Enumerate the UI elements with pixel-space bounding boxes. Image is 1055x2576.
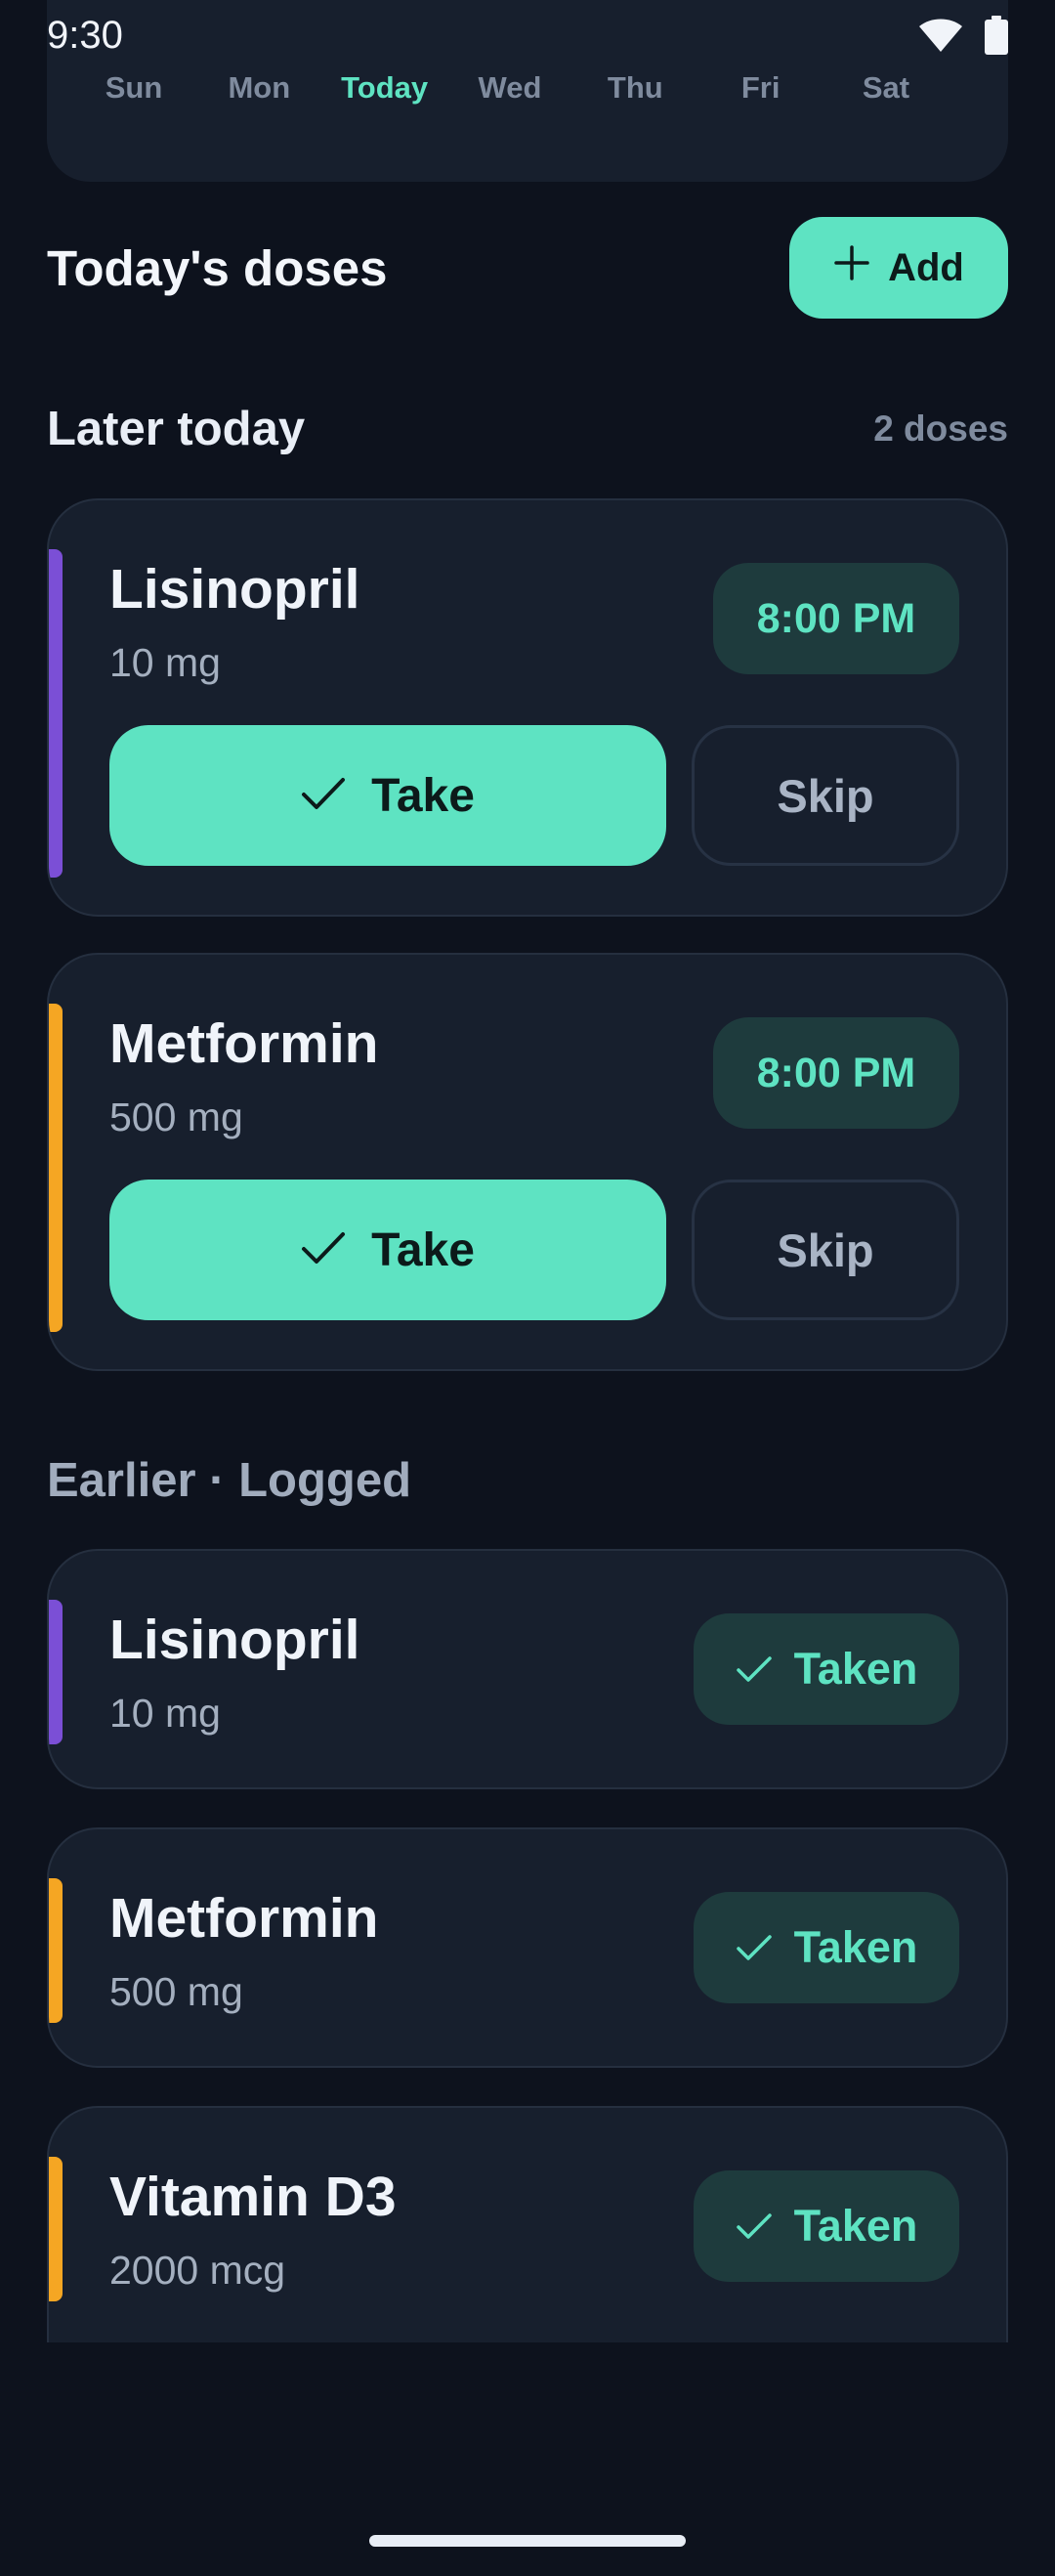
dose-card: Metformin 500 mg 8:00 PM Take Skip: [47, 953, 1008, 1371]
check-icon: [736, 2201, 773, 2252]
color-tag: [49, 2157, 63, 2301]
medication-dose: 10 mg: [109, 640, 221, 685]
medication-name: Metformin: [109, 1012, 379, 1075]
page-title: Today's doses: [47, 239, 388, 296]
taken-badge[interactable]: Taken: [694, 1892, 959, 2003]
doses-header: Today's doses Add: [47, 217, 1008, 319]
logged-card: Lisinopril 10 mg Taken: [47, 1549, 1008, 1789]
taken-label: Taken: [793, 2201, 918, 2251]
add-button[interactable]: Add: [789, 217, 1008, 319]
logged-card: Metformin 500 mg Taken: [47, 1827, 1008, 2068]
wifi-icon: [918, 18, 963, 53]
color-tag: [49, 1878, 63, 2023]
status-time: 9:30: [47, 13, 123, 57]
check-icon: [736, 1644, 773, 1695]
dose-count: 2 doses: [873, 408, 1008, 449]
skip-button[interactable]: Skip: [692, 1180, 959, 1320]
color-tag: [49, 549, 63, 878]
later-today-header: Later today 2 doses: [47, 395, 1008, 463]
day-thu[interactable]: Thu: [581, 70, 689, 113]
taken-badge[interactable]: Taken: [694, 2170, 959, 2282]
take-button-label: Take: [371, 1224, 475, 1276]
day-today[interactable]: Today: [331, 70, 439, 113]
medication-dose: 2000 mcg: [109, 2248, 286, 2293]
day-sun[interactable]: Sun: [80, 70, 188, 113]
taken-badge[interactable]: Taken: [694, 1613, 959, 1725]
battery-icon: [985, 16, 1008, 55]
take-button[interactable]: Take: [109, 1180, 666, 1320]
check-icon: [736, 1922, 773, 1973]
week-days: Sun Mon Today Wed Thu Fri Sat: [80, 70, 940, 113]
later-today-title: Later today: [47, 403, 306, 455]
medication-dose: 500 mg: [109, 1095, 243, 1139]
earlier-header: Earlier · Logged: [47, 1446, 1008, 1515]
check-icon: [301, 1224, 346, 1277]
taken-label: Taken: [793, 1644, 918, 1694]
status-icons: [918, 16, 1008, 55]
add-button-label: Add: [888, 245, 964, 289]
day-sat[interactable]: Sat: [832, 70, 940, 113]
take-button-label: Take: [371, 769, 475, 822]
day-wed[interactable]: Wed: [456, 70, 564, 113]
color-tag: [49, 1600, 63, 1744]
check-icon: [301, 769, 346, 823]
earlier-title: Earlier · Logged: [47, 1454, 412, 1507]
day-mon[interactable]: Mon: [205, 70, 313, 113]
taken-label: Taken: [793, 1922, 918, 1972]
dose-time[interactable]: 8:00 PM: [713, 1017, 959, 1129]
logged-card: Vitamin D3 2000 mcg Taken: [47, 2106, 1008, 2342]
medication-name: Lisinopril: [109, 1609, 360, 1671]
day-fri[interactable]: Fri: [707, 70, 815, 113]
status-bar: 9:30: [0, 0, 1055, 70]
dose-time[interactable]: 8:00 PM: [713, 563, 959, 674]
plus-icon: [833, 244, 870, 291]
dose-card: Lisinopril 10 mg 8:00 PM Take Skip: [47, 498, 1008, 917]
medication-name: Metformin: [109, 1887, 379, 1950]
home-indicator[interactable]: [369, 2535, 686, 2547]
medication-name: Vitamin D3: [109, 2166, 397, 2228]
medication-name: Lisinopril: [109, 558, 360, 621]
skip-button[interactable]: Skip: [692, 725, 959, 866]
medication-dose: 500 mg: [109, 1969, 243, 2014]
take-button[interactable]: Take: [109, 725, 666, 866]
medication-dose: 10 mg: [109, 1691, 221, 1736]
color-tag: [49, 1004, 63, 1332]
